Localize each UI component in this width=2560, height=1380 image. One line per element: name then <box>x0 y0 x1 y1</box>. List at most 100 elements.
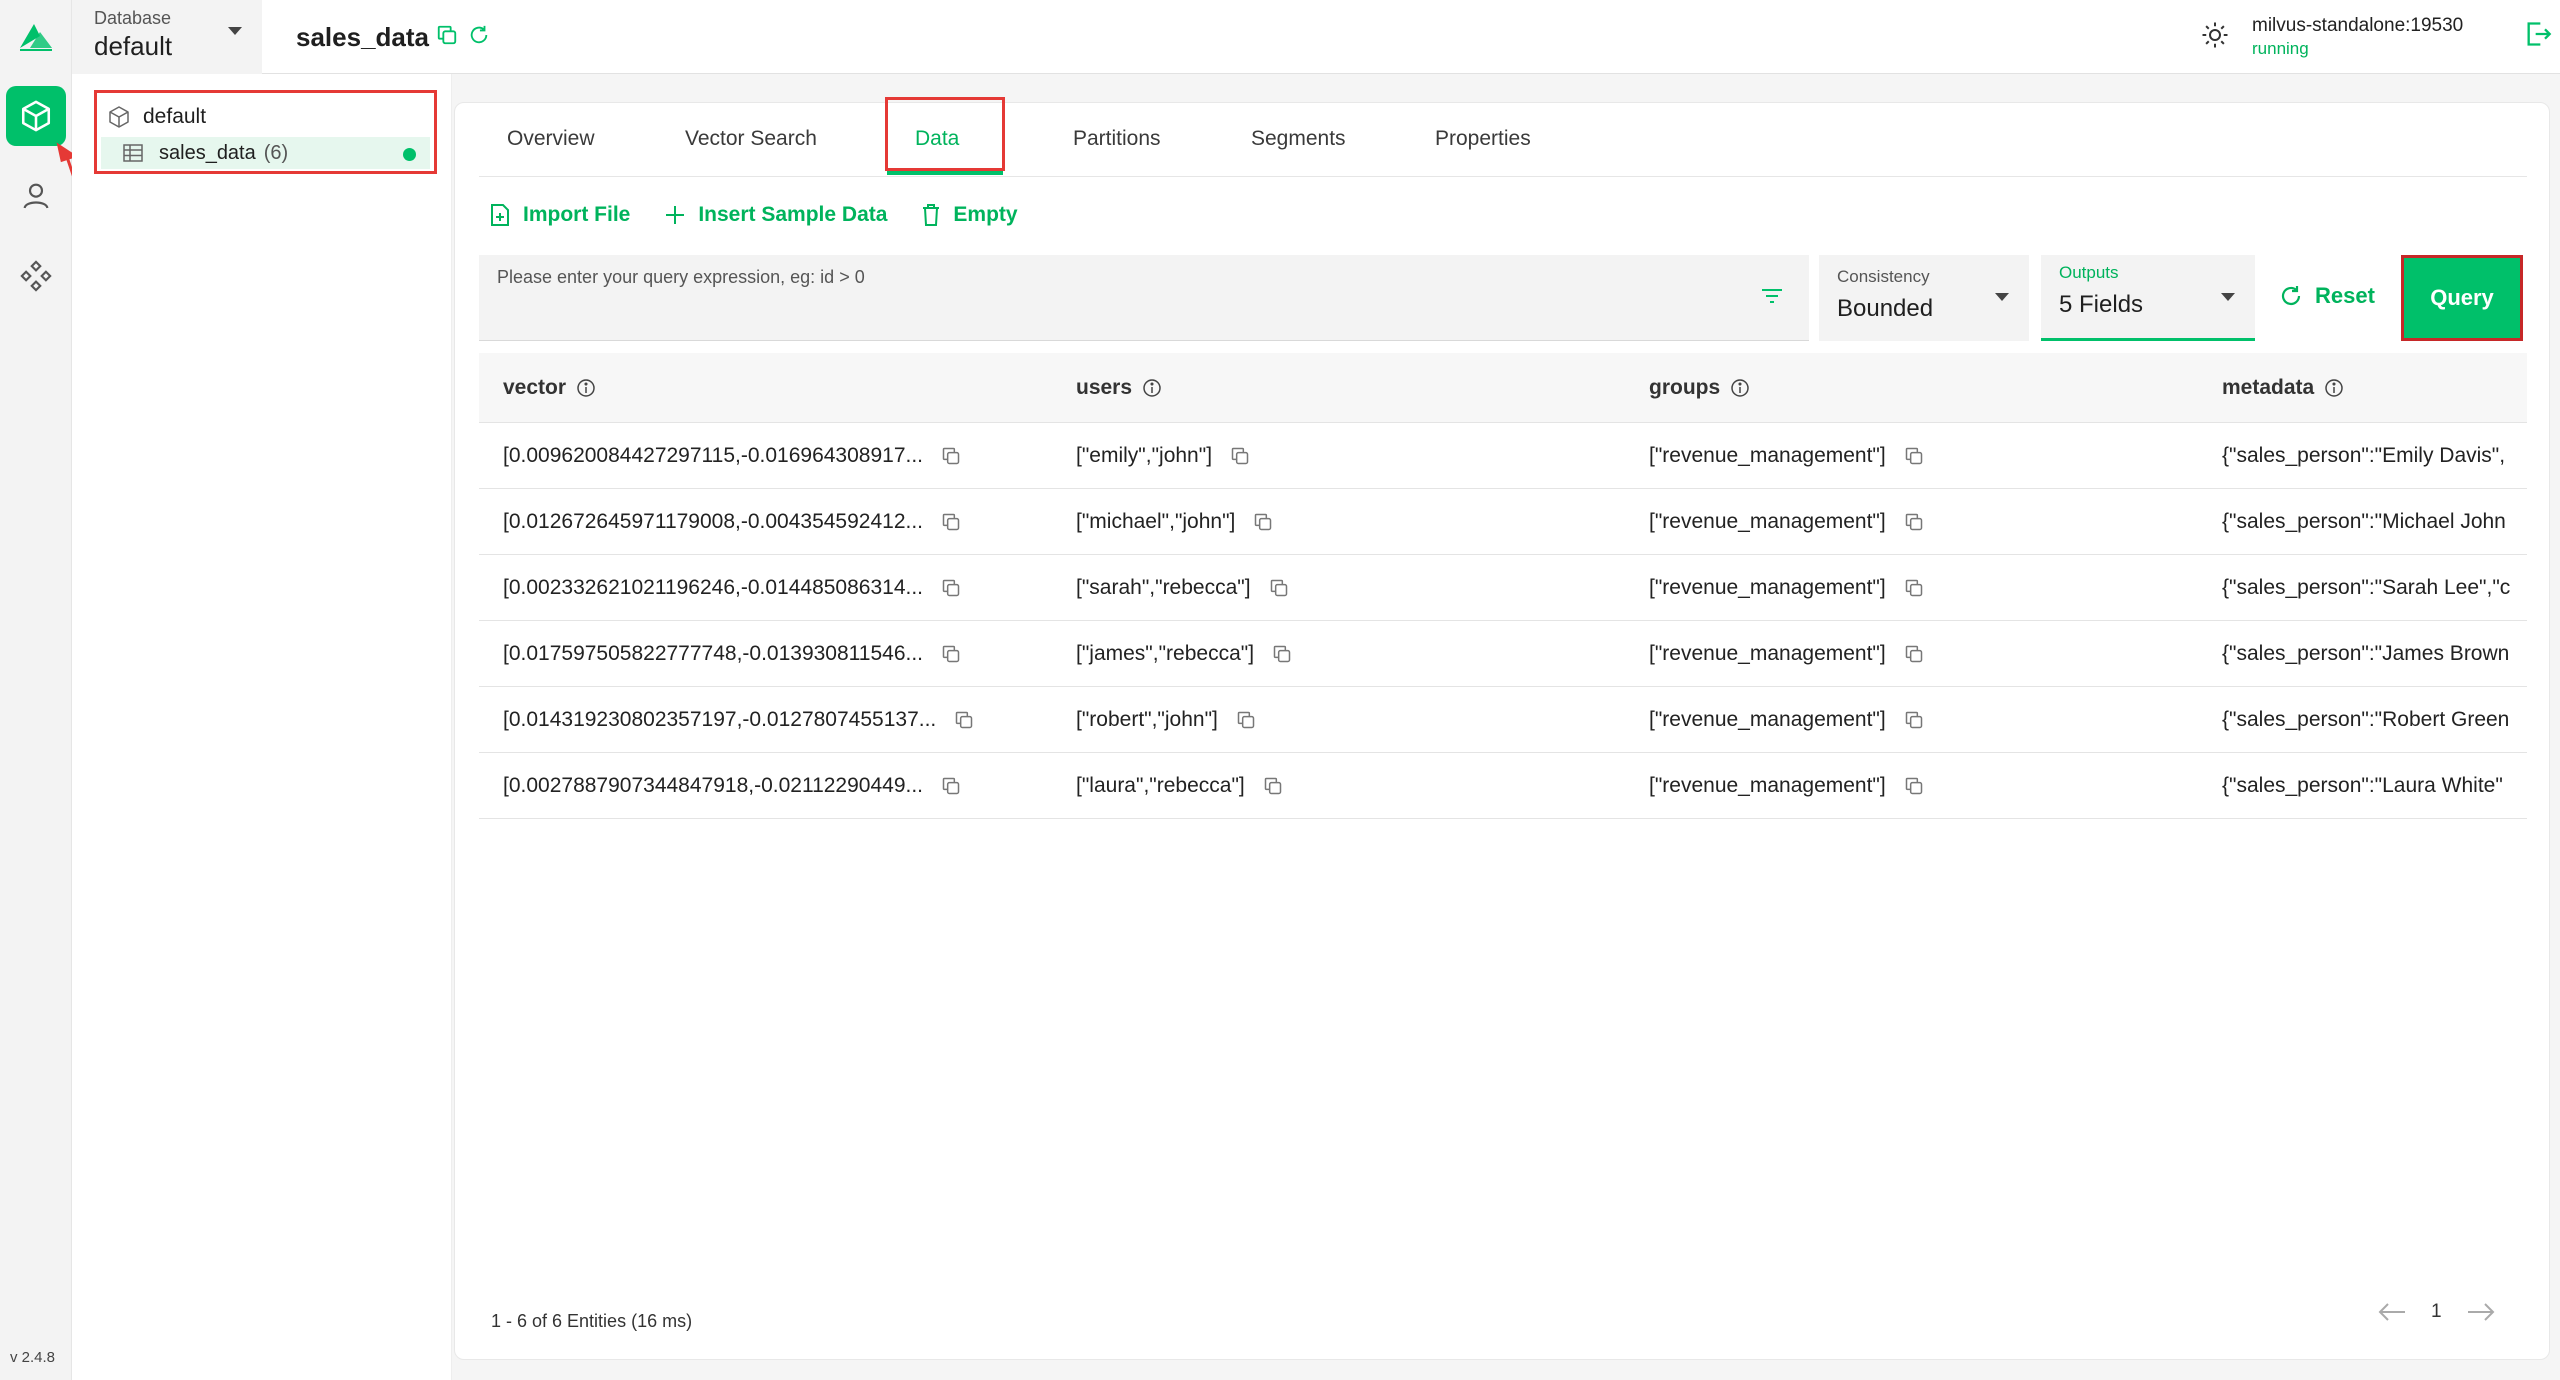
info-icon[interactable] <box>576 378 596 398</box>
table-cell-groups: ["revenue_management"] <box>1649 621 2209 687</box>
column-header-users[interactable]: users <box>1076 353 1162 423</box>
copy-icon[interactable] <box>1904 446 1924 466</box>
table-body: [0.009620084427297115,-0.016964308917...… <box>479 423 2527 819</box>
copy-icon[interactable] <box>1272 644 1292 664</box>
table-row[interactable]: [0.009620084427297115,-0.016964308917...… <box>479 423 2527 489</box>
info-icon[interactable] <box>2324 378 2344 398</box>
theme-toggle-icon[interactable] <box>2200 20 2230 50</box>
main-card: Overview Vector Search Data Partitions S… <box>454 97 2550 1360</box>
query-expression-input[interactable] <box>479 255 1809 340</box>
insert-sample-data-button[interactable]: Insert Sample Data <box>664 203 887 227</box>
milvus-logo-icon[interactable] <box>16 18 56 54</box>
table-cell-metadata: {"sales_person":"Laura White" <box>2222 753 2527 819</box>
cell-value: [0.0027887907344847918,-0.02112290449... <box>503 774 924 797</box>
trash-icon <box>923 204 940 226</box>
reset-button[interactable]: Reset <box>2279 283 2375 309</box>
cell-value: ["revenue_management"] <box>1649 774 1886 797</box>
reset-icon <box>2281 286 2301 305</box>
table-cell-metadata: {"sales_person":"Sarah Lee","c <box>2222 555 2527 621</box>
column-header-vector[interactable]: vector <box>503 353 596 423</box>
outputs-select[interactable]: Outputs 5 Fields <box>2041 255 2255 341</box>
copy-icon[interactable] <box>1904 710 1924 730</box>
table-cell-vector: [0.012672645971179008,-0.004354592412... <box>503 489 1063 555</box>
nav-databases-button[interactable] <box>6 86 66 146</box>
server-name: milvus-standalone:19530 <box>2252 15 2464 36</box>
file-plus-icon <box>491 204 509 226</box>
table-cell-users: ["laura","rebecca"] <box>1076 753 1636 819</box>
tab-overview[interactable]: Overview <box>507 127 595 151</box>
table-row[interactable]: [0.014319230802357197,-0.0127807455137..… <box>479 687 2527 753</box>
server-status: running <box>2252 39 2309 58</box>
table-row[interactable]: [0.0023326210211962​46,-0.014485086314..… <box>479 555 2527 621</box>
cell-value: [0.012672645971179008,-0.004354592412... <box>503 510 924 533</box>
import-file-button[interactable]: Import File <box>489 203 630 227</box>
copy-icon[interactable] <box>1230 446 1250 466</box>
info-icon[interactable] <box>1142 378 1162 398</box>
copy-icon[interactable] <box>1263 776 1283 796</box>
cell-value: {"sales_person":"James Brown <box>2222 642 2510 665</box>
copy-icon[interactable] <box>436 24 458 46</box>
consistency-select[interactable]: Consistency Bounded <box>1819 255 2029 341</box>
cell-value: ["revenue_management"] <box>1649 510 1886 533</box>
tab-segments[interactable]: Segments <box>1251 127 1346 151</box>
column-header-metadata[interactable]: metadata <box>2222 353 2344 423</box>
cell-value: ["revenue_management"] <box>1649 642 1886 665</box>
cell-value: [0.0023326210211962​46,-0.014485086314..… <box>503 576 924 599</box>
arrow-right-icon[interactable] <box>2466 1301 2496 1323</box>
caret-down-icon <box>228 27 242 35</box>
copy-icon[interactable] <box>941 578 961 598</box>
top-header: Database default sales_data milvus-stand… <box>72 0 2560 74</box>
table-cell-metadata: {"sales_person":"Michael John <box>2222 489 2527 555</box>
cell-value: {"sales_person":"Laura White" <box>2222 774 2503 797</box>
tab-properties[interactable]: Properties <box>1435 127 1531 151</box>
copy-icon[interactable] <box>1904 776 1924 796</box>
caret-down-icon <box>2221 293 2235 301</box>
consistency-label: Consistency <box>1837 267 1930 286</box>
copy-icon[interactable] <box>1904 578 1924 598</box>
refresh-icon[interactable] <box>468 24 490 46</box>
table-row[interactable]: [0.012672645971179008,-0.004354592412...… <box>479 489 2527 555</box>
database-tree: default sales_data (6) <box>72 74 452 1380</box>
cell-value: [0.017597505822777748,-0.013930811546... <box>503 642 924 665</box>
tab-bar: Overview Vector Search Data Partitions S… <box>479 103 2527 177</box>
table-cell-groups: ["revenue_management"] <box>1649 687 2209 753</box>
tree-database-label: default <box>143 105 207 128</box>
logout-icon[interactable] <box>2524 20 2552 48</box>
copy-icon[interactable] <box>941 446 961 466</box>
tree-collection-count: (6) <box>263 141 289 164</box>
copy-icon[interactable] <box>941 776 961 796</box>
tree-collection-item[interactable]: sales_data (6) <box>101 137 430 169</box>
collection-title: sales_data <box>296 22 429 52</box>
table-cell-users: ["emily","john"] <box>1076 423 1636 489</box>
database-select[interactable]: Database default <box>72 0 262 74</box>
tab-partitions[interactable]: Partitions <box>1073 127 1161 151</box>
cell-value: [0.014319230802357197,-0.0127807455137..… <box>503 708 937 731</box>
insert-sample-data-label: Insert Sample Data <box>698 203 888 226</box>
table-row[interactable]: [0.0027887907344847918,-0.02112290449...… <box>479 753 2527 819</box>
tab-vector-search[interactable]: Vector Search <box>685 127 817 151</box>
copy-icon[interactable] <box>1904 644 1924 664</box>
filter-icon[interactable] <box>1759 283 1785 309</box>
copy-icon[interactable] <box>941 512 961 532</box>
table-header: vector users groups metadata <box>479 353 2527 423</box>
table-cell-groups: ["revenue_management"] <box>1649 423 2209 489</box>
empty-button[interactable]: Empty <box>921 203 1018 227</box>
user-icon <box>23 183 49 209</box>
cell-value: ["michael","john"] <box>1076 510 1236 533</box>
copy-icon[interactable] <box>954 710 974 730</box>
copy-icon[interactable] <box>1253 512 1273 532</box>
table-cell-groups: ["revenue_management"] <box>1649 555 2209 621</box>
arrow-left-icon[interactable] <box>2377 1301 2407 1323</box>
tree-database-item[interactable]: default <box>107 105 206 129</box>
query-button[interactable]: Query <box>2401 255 2523 341</box>
column-header-groups[interactable]: groups <box>1649 353 1750 423</box>
copy-icon[interactable] <box>1269 578 1289 598</box>
copy-icon[interactable] <box>941 644 961 664</box>
copy-icon[interactable] <box>1236 710 1256 730</box>
cube-icon <box>21 100 51 132</box>
info-icon[interactable] <box>1730 378 1750 398</box>
copy-icon[interactable] <box>1904 512 1924 532</box>
table-row[interactable]: [0.017597505822777748,-0.013930811546...… <box>479 621 2527 687</box>
import-file-label: Import File <box>523 203 631 226</box>
table-cell-vector: [0.017597505822777748,-0.013930811546... <box>503 621 1063 687</box>
